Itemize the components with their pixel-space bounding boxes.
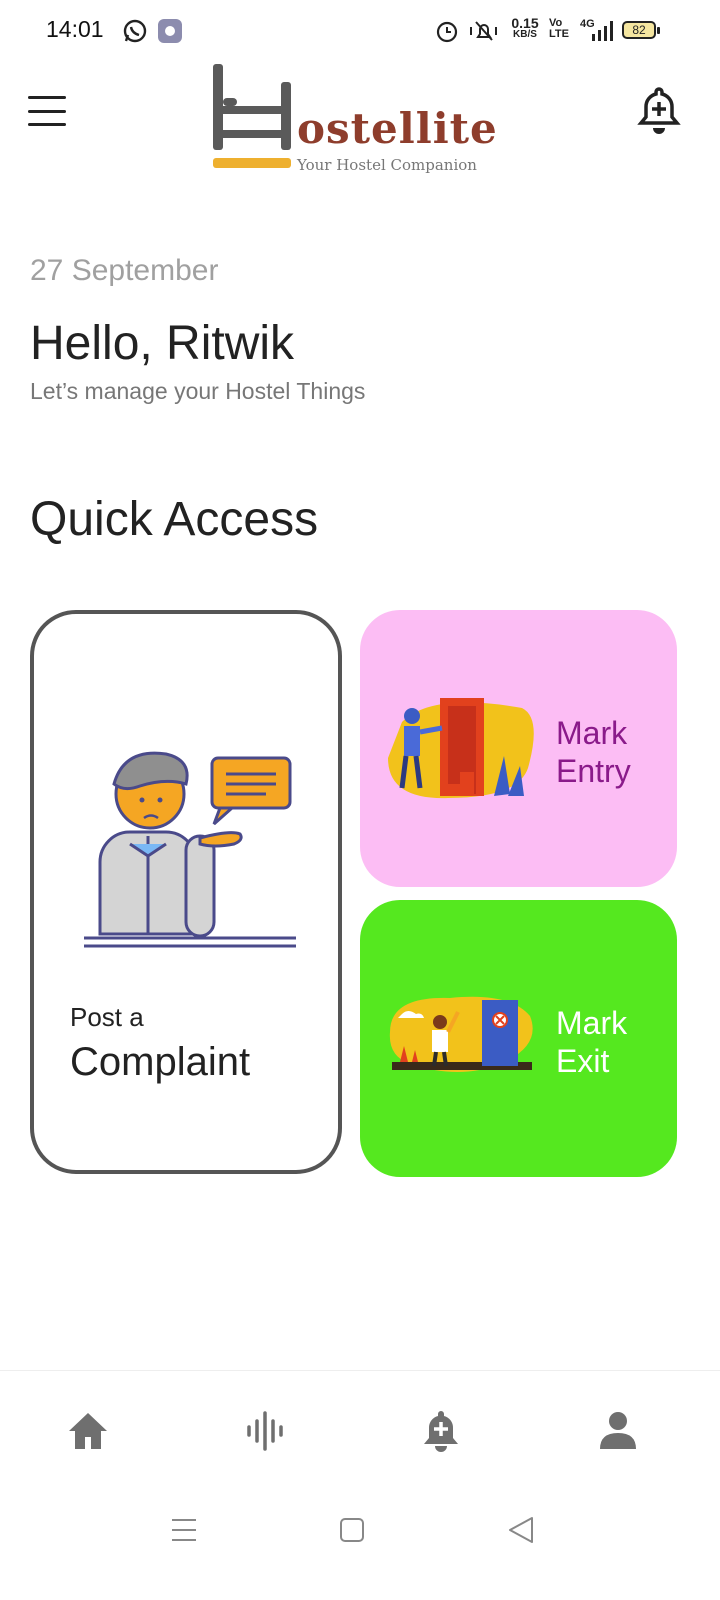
net-speed-unit: KB/S bbox=[513, 29, 537, 40]
exit-line1: Mark bbox=[556, 1005, 628, 1041]
volte-indicator: Vo LTE bbox=[549, 18, 569, 40]
home-square-icon[interactable] bbox=[332, 1510, 372, 1550]
entry-label: Mark Entry bbox=[556, 714, 631, 790]
exit-door-illustration bbox=[389, 996, 533, 1072]
home-icon[interactable] bbox=[66, 1409, 110, 1453]
whatsapp-icon bbox=[123, 19, 147, 43]
back-triangle-icon[interactable] bbox=[502, 1510, 542, 1550]
exit-line2: Exit bbox=[556, 1043, 610, 1079]
settings-app-icon bbox=[158, 19, 182, 43]
alarm-icon bbox=[436, 21, 458, 43]
date-label: 27 September bbox=[30, 254, 219, 287]
complaint-line1: Post a bbox=[70, 1002, 144, 1032]
app-logo: ostellite Your Hostel Companion bbox=[205, 60, 505, 185]
post-complaint-card[interactable]: Post a Complaint bbox=[30, 610, 342, 1174]
menu-button[interactable] bbox=[28, 96, 66, 126]
net-speed: 0.15 KB/S bbox=[509, 15, 541, 41]
mute-vibrate-icon bbox=[470, 21, 497, 41]
entry-door-illustration bbox=[388, 698, 534, 799]
menu-line bbox=[28, 109, 66, 113]
battery-level: 82 bbox=[632, 23, 646, 37]
greeting-subtitle: Let’s manage your Hostel Things bbox=[30, 378, 366, 404]
bell-add-icon[interactable] bbox=[419, 1409, 463, 1453]
logo-word: ostellite bbox=[297, 104, 498, 153]
bunk-bed-icon bbox=[213, 64, 291, 168]
volte-bottom: LTE bbox=[549, 28, 569, 40]
quick-access-title: Quick Access bbox=[30, 493, 319, 546]
signal-icon bbox=[592, 21, 613, 41]
complaint-line2: Complaint bbox=[70, 1040, 251, 1084]
complaint-person-illustration bbox=[84, 751, 296, 948]
logo-tagline: Your Hostel Companion bbox=[297, 156, 477, 174]
system-navigation-bar bbox=[0, 1490, 720, 1600]
mark-entry-card[interactable]: Mark Entry bbox=[360, 610, 677, 887]
battery-icon: 82 bbox=[622, 21, 656, 39]
menu-line bbox=[28, 123, 66, 126]
net-speed-value: 0.15 bbox=[511, 15, 539, 31]
exit-label: Mark Exit bbox=[556, 1004, 627, 1080]
greeting-heading: Hello, Ritwik bbox=[30, 317, 295, 370]
battery-tip bbox=[657, 27, 660, 34]
entry-line2: Entry bbox=[556, 753, 631, 789]
recents-icon[interactable] bbox=[164, 1510, 204, 1550]
voice-wave-icon[interactable] bbox=[243, 1409, 287, 1453]
add-notification-icon[interactable] bbox=[637, 86, 681, 134]
bottom-navigation bbox=[0, 1370, 720, 1491]
mark-exit-card[interactable]: Mark Exit bbox=[360, 900, 677, 1177]
status-time: 14:01 bbox=[46, 16, 104, 42]
entry-line1: Mark bbox=[556, 715, 628, 751]
person-icon[interactable] bbox=[596, 1409, 640, 1453]
menu-line bbox=[28, 96, 66, 99]
